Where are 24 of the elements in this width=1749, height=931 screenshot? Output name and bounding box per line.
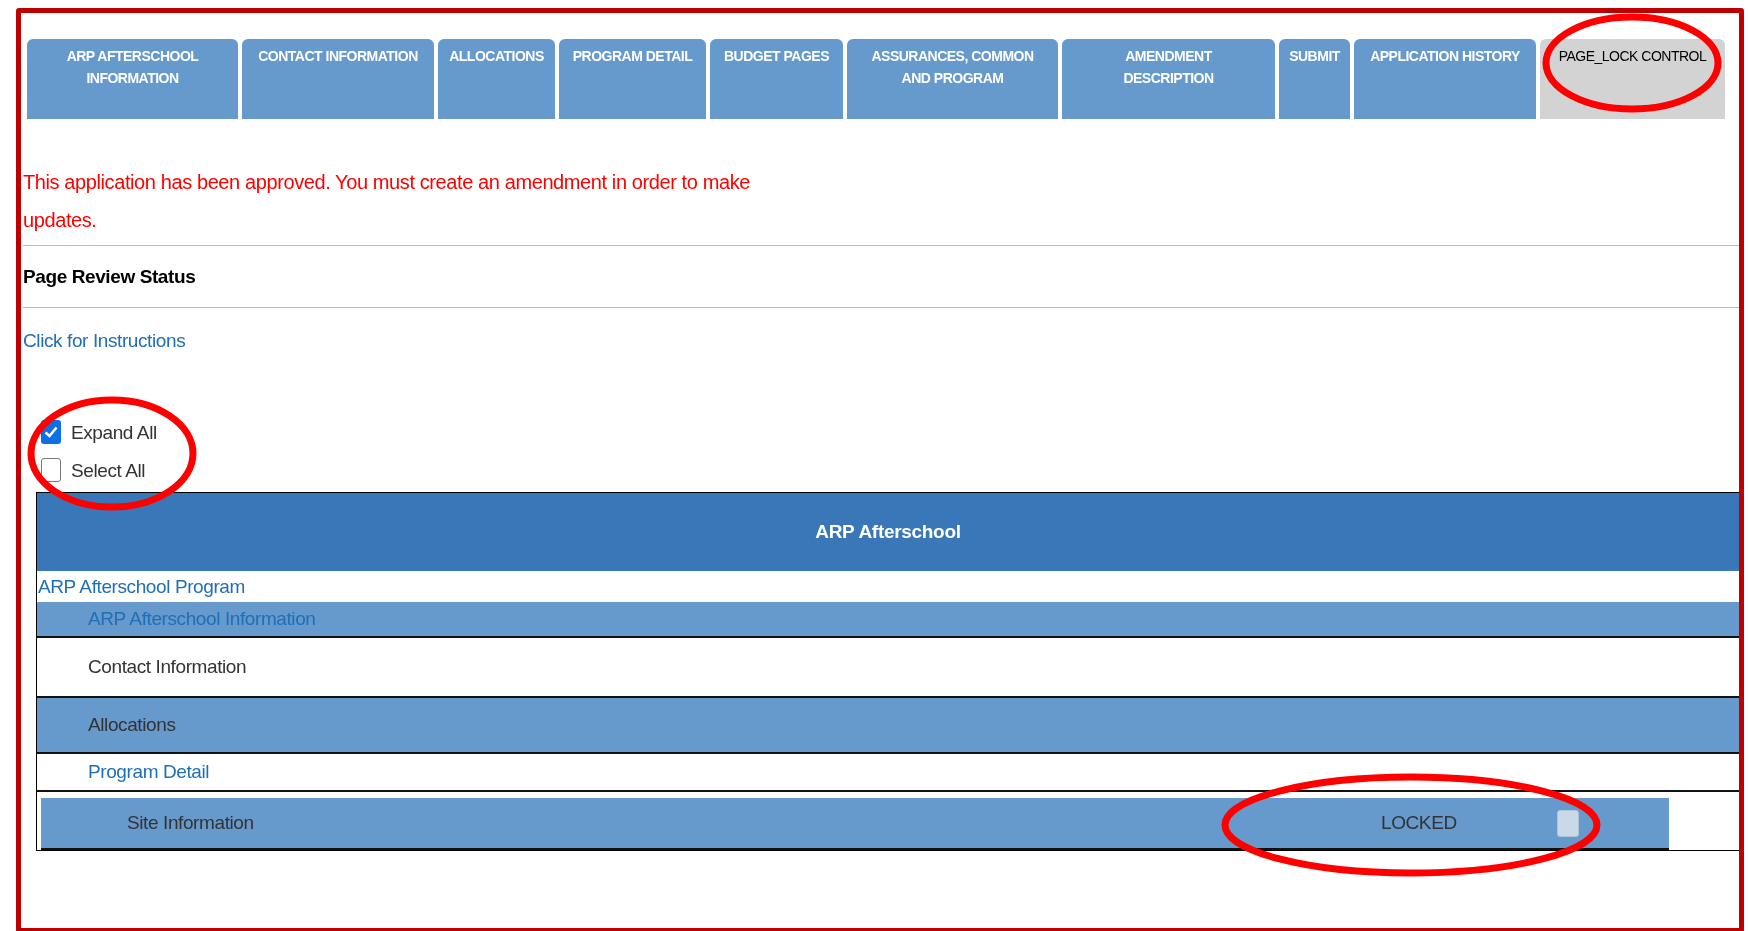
- tab[interactable]: ARP AFTERSCHOOL INFORMATION: [27, 39, 238, 119]
- tab[interactable]: BUDGET PAGES: [710, 39, 843, 119]
- checkbox-label: Select All: [71, 460, 146, 482]
- tree-link[interactable]: ARP Afterschool Information: [37, 608, 316, 630]
- tab[interactable]: CONTACT INFORMATION: [242, 39, 434, 119]
- tab[interactable]: ALLOCATIONS: [438, 39, 555, 119]
- tab[interactable]: PROGRAM DETAIL: [559, 39, 706, 119]
- instructions-link[interactable]: Click for Instructions: [23, 330, 186, 351]
- tree-link[interactable]: ARP Afterschool Program: [37, 575, 245, 598]
- tab[interactable]: ASSURANCES, COMMON AND PROGRAM: [847, 39, 1058, 119]
- checkbox-label: Expand All: [71, 422, 157, 444]
- tab[interactable]: SUBMIT: [1279, 39, 1350, 119]
- section-title: Page Review Status: [23, 265, 197, 289]
- checkbox[interactable]: [41, 458, 61, 482]
- checkmark-icon: [44, 426, 58, 438]
- tree-link[interactable]: Program Detail: [37, 761, 210, 783]
- tree-item: Contact Information: [87, 656, 247, 678]
- tab[interactable]: APPLICATION HISTORY: [1354, 39, 1536, 119]
- tree-item: Site Information: [126, 812, 254, 834]
- lock-status: LOCKED: [1381, 812, 1457, 834]
- approval-message: This application has been approved. You must create an amendment in order to make updates.: [23, 170, 751, 233]
- table-header: ARP Afterschool: [37, 493, 1739, 571]
- tree-item: Allocations: [87, 714, 176, 736]
- tab[interactable]: AMENDMENT DESCRIPTION: [1062, 39, 1275, 119]
